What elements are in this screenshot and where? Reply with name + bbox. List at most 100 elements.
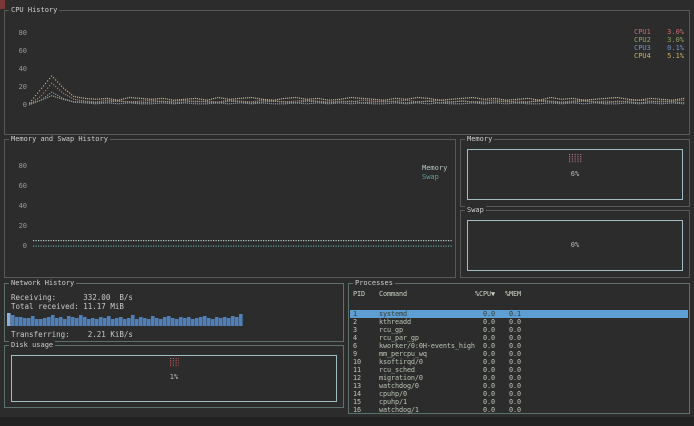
process-mem: 0.0: [499, 334, 521, 342]
column-header-pid[interactable]: PID: [353, 290, 377, 298]
axis-tick-0: 0: [11, 101, 27, 109]
process-command: ksoftirqd/0: [379, 358, 423, 366]
cpu-legend-name: CPU3: [634, 44, 660, 52]
process-row-migration/0[interactable]: 12migration/00.00.0: [350, 374, 688, 382]
memswap-legend-memory: Memory: [422, 164, 447, 172]
process-mem: 0.0: [499, 342, 521, 350]
cpu-legend-value: 3.0%: [660, 28, 684, 36]
process-row-cpuhp/0[interactable]: 14cpuhp/0 0.0 0.0: [350, 390, 688, 398]
memswap-history-panel: Memory and Swap History 806040200 Memory…: [4, 139, 456, 278]
process-mem: 0.0: [499, 326, 521, 334]
process-pid: 16: [353, 406, 377, 414]
process-mem: 0.0: [499, 358, 521, 366]
process-pid: 12: [353, 374, 377, 382]
process-row-kworker/0:0H-events_high[interactable]: 6kworker/0:0H-events_high0.00.0: [350, 342, 688, 350]
disk-usage-title: Disk usage: [9, 341, 55, 350]
process-cpu: 0.0: [449, 358, 495, 366]
cpu-history-chart: [29, 19, 685, 115]
process-pid: 10: [353, 358, 377, 366]
process-command: migration/0: [379, 374, 423, 382]
process-pid: 11: [353, 366, 377, 374]
process-row-cpuhp/1[interactable]: 15cpuhp/1 0.0 0.0: [350, 398, 688, 406]
system-monitor-screen: CPU History 806040200 CPU13.0%CPU23.0%CP…: [0, 0, 694, 426]
process-row-kthreadd[interactable]: 2kthreadd 0.0 0.0: [350, 318, 688, 326]
axis-tick-20: 20: [11, 83, 27, 91]
processes-title: Processes: [353, 279, 395, 288]
process-cpu: 0.0: [449, 406, 495, 414]
network-receiving-sparkline: [7, 311, 243, 326]
process-row-rcu_sched[interactable]: 11rcu_sched 0.0 0.0: [350, 366, 688, 374]
cpu-legend-name: CPU2: [634, 36, 660, 44]
process-mem: 0.0: [499, 390, 521, 398]
memory-gauge-panel: Memory 6%: [460, 139, 690, 207]
process-pid: 13: [353, 382, 377, 390]
memswap-history-title: Memory and Swap History: [9, 135, 110, 144]
process-command: rcu_gp: [379, 326, 403, 334]
network-transferring-line: Transferring: 2.21 KiB/s: [11, 330, 133, 339]
process-mem: 0.0: [499, 374, 521, 382]
process-command: kthreadd: [379, 318, 411, 326]
process-command: rcu_sched: [379, 366, 415, 374]
process-mem: 0.0: [499, 398, 521, 406]
process-cpu: 0.0: [449, 334, 495, 342]
process-pid: 1: [353, 310, 377, 318]
process-row-watchdog/0[interactable]: 13watchdog/00.00.0: [350, 382, 688, 390]
process-command: watchdog/1: [379, 406, 419, 414]
process-row-ksoftirqd/0[interactable]: 10ksoftirqd/0 0.0 0.0: [350, 358, 688, 366]
disk-gauge-dots: [170, 358, 179, 367]
process-cpu: 0.0: [449, 390, 495, 398]
cpu-legend-value: 3.0%: [660, 36, 684, 44]
process-pid: 2: [353, 318, 377, 326]
axis-tick-0: 0: [11, 242, 27, 250]
axis-tick-60: 60: [11, 47, 27, 55]
process-cpu: 0.0: [449, 366, 495, 374]
terminal-cursor-artifact: [0, 0, 5, 9]
process-row-mm_percpu_wq[interactable]: 9mm_percpu_wq0.00.0: [350, 350, 688, 358]
axis-tick-80: 80: [11, 162, 27, 170]
swap-gauge-panel: Swap 0%: [460, 210, 690, 278]
memory-gauge-title: Memory: [465, 135, 494, 144]
swap-gauge-frame: 0%: [467, 220, 683, 271]
cpu-history-title: CPU History: [9, 6, 59, 15]
axis-tick-40: 40: [11, 65, 27, 73]
column-header-command[interactable]: Command: [379, 290, 407, 298]
cpu-legend-item-cpu3: CPU30.1%: [634, 44, 684, 52]
process-row-watchdog/1[interactable]: 16watchdog/1 0.0 0.0: [350, 406, 688, 414]
process-row-rcu_par_gp[interactable]: 4rcu_par_gp0.00.0: [350, 334, 688, 342]
memory-gauge-dots: [569, 154, 582, 163]
network-history-title: Network History: [9, 279, 76, 288]
memory-gauge-frame: 6%: [467, 149, 683, 200]
memswap-history-chart: [29, 150, 453, 254]
cpu-legend-value: 5.1%: [660, 52, 684, 60]
process-command: cpuhp/1: [379, 398, 407, 406]
cpu-legend-name: CPU1: [634, 28, 660, 36]
process-cpu: 0.0: [449, 310, 495, 318]
cpu-legend-value: 0.1%: [660, 44, 684, 52]
process-cpu: 0.0: [449, 398, 495, 406]
process-pid: 3: [353, 326, 377, 334]
axis-tick-40: 40: [11, 202, 27, 210]
column-header-mem[interactable]: %MEM: [499, 290, 521, 298]
process-command: rcu_par_gp: [379, 334, 419, 342]
process-cpu: 0.0: [449, 382, 495, 390]
bottom-background-strip: [0, 417, 694, 426]
axis-tick-80: 80: [11, 29, 27, 37]
axis-tick-20: 20: [11, 222, 27, 230]
process-pid: 15: [353, 398, 377, 406]
cpu-legend-name: CPU4: [634, 52, 660, 60]
process-command: cpuhp/0: [379, 390, 407, 398]
swap-gauge-value: 0%: [468, 241, 682, 249]
process-mem: 0.0: [499, 366, 521, 374]
process-mem: 0.0: [499, 318, 521, 326]
process-cpu: 0.0: [449, 318, 495, 326]
process-row-selected-systemd[interactable]: 1systemd0.00.1: [350, 310, 688, 318]
column-header-cpu-sorted[interactable]: %CPU▼: [449, 290, 495, 298]
process-command: mm_percpu_wq: [379, 350, 427, 358]
processes-panel: Processes PID Command %CPU▼ %MEM 1system…: [348, 283, 690, 414]
process-mem: 0.0: [499, 406, 521, 414]
network-history-panel: Network History Receiving: 332.00 B/s To…: [4, 283, 344, 342]
cpu-legend-item-cpu2: CPU23.0%: [634, 36, 684, 44]
swap-gauge-title: Swap: [465, 206, 486, 215]
process-row-rcu_gp[interactable]: 3rcu_gp0.00.0: [350, 326, 688, 334]
process-pid: 14: [353, 390, 377, 398]
